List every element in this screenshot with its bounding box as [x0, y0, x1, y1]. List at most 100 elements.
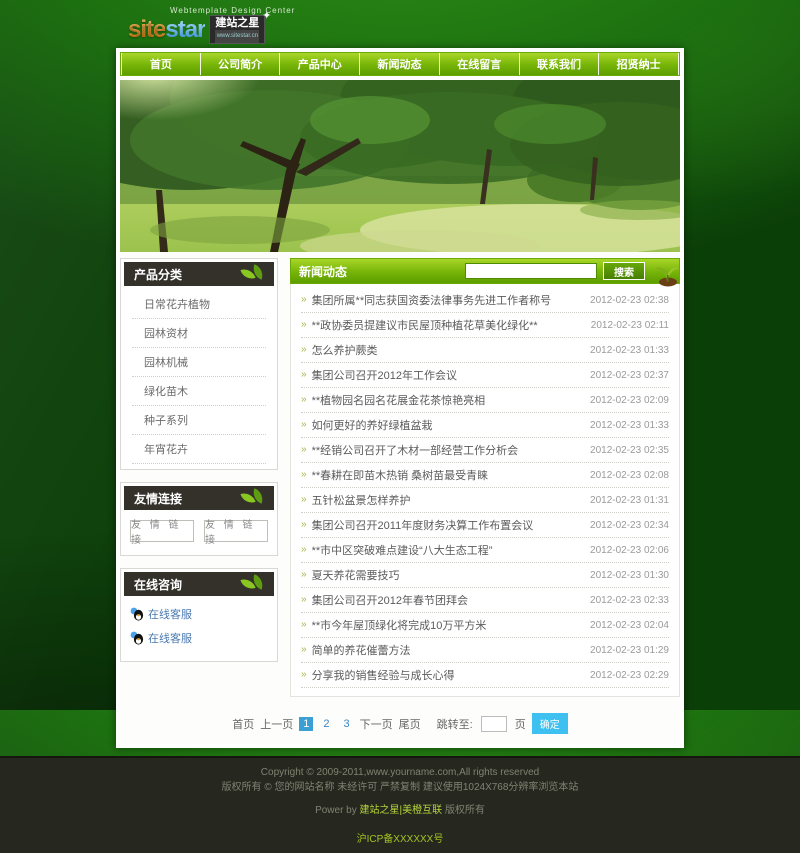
- site-logo[interactable]: Webtemplate Design Center site star 建站之星…: [128, 6, 295, 44]
- category-item[interactable]: 种子系列: [132, 406, 266, 435]
- power-suffix: 版权所有: [445, 805, 485, 816]
- bullet-arrow-icon: »: [301, 445, 307, 455]
- page-number-3[interactable]: 3: [340, 717, 354, 731]
- page-number-1[interactable]: 1: [299, 717, 313, 731]
- news-row[interactable]: »如何更好的养好绿植盆栽2012-02-23 01:33: [301, 413, 669, 438]
- news-date: 2012-02-23 02:29: [590, 670, 669, 681]
- news-date: 2012-02-23 02:09: [590, 395, 669, 406]
- news-date: 2012-02-23 02:04: [590, 620, 669, 631]
- news-row[interactable]: »**市中区突破难点建设“八大生态工程”2012-02-23 02:06: [301, 538, 669, 563]
- online-agent[interactable]: 在线客服: [128, 602, 270, 626]
- news-date: 2012-02-23 01:31: [590, 495, 669, 506]
- nav-item-home[interactable]: 首页: [121, 53, 201, 75]
- news-link[interactable]: 集团公司召开2011年度财务决算工作布置会议: [312, 517, 582, 533]
- logo-text-star: star: [165, 16, 205, 44]
- logo-badge: 建站之星 www.sitestar.cn ✦: [209, 15, 265, 44]
- bullet-arrow-icon: »: [301, 295, 307, 305]
- news-date: 2012-02-23 02:38: [590, 295, 669, 306]
- bullet-arrow-icon: »: [301, 620, 307, 630]
- news-row[interactable]: »分享我的销售经验与成长心得2012-02-23 02:29: [301, 663, 669, 688]
- logo-tagline: Webtemplate Design Center: [170, 6, 295, 15]
- news-link[interactable]: **政协委员提建议市民屋顶种植花草美化绿化**: [312, 317, 583, 333]
- page-next[interactable]: 下一页: [360, 716, 393, 732]
- category-item[interactable]: 园林机械: [132, 348, 266, 377]
- jump-page-input[interactable]: [481, 716, 507, 732]
- news-row[interactable]: »简单的养花催蕾方法2012-02-23 01:29: [301, 638, 669, 663]
- page-footer: Copyright © 2009-2011,www.yourname.com,A…: [0, 756, 800, 853]
- search-button[interactable]: 搜索: [603, 262, 645, 280]
- friend-links-title: 友情连接: [134, 490, 182, 507]
- leaves-icon: [242, 265, 268, 283]
- news-row[interactable]: »集团公司召开2012年春节团拜会2012-02-23 02:33: [301, 588, 669, 613]
- nav-item-message[interactable]: 在线留言: [440, 53, 520, 75]
- online-consult-header: 在线咨询: [124, 572, 274, 596]
- page-first[interactable]: 首页: [232, 716, 254, 732]
- news-section: 新闻动态 搜索 »集团所属**同志获国资委法律事务先进工作者称号2012-02-…: [290, 258, 680, 697]
- product-panel-title: 产品分类: [134, 266, 182, 283]
- news-row[interactable]: »五针松盆景怎样养护2012-02-23 01:31: [301, 488, 669, 513]
- nav-item-jobs[interactable]: 招贤纳士: [599, 53, 679, 75]
- news-date: 2012-02-23 02:33: [590, 595, 669, 606]
- category-item[interactable]: 绿化苗木: [132, 377, 266, 406]
- news-row[interactable]: »夏天养花需要技巧2012-02-23 01:30: [301, 563, 669, 588]
- main-nav: 首页 公司简介 产品中心 新闻动态 在线留言 联系我们 招贤纳士: [120, 52, 680, 76]
- news-row[interactable]: »**植物园名园名花展金花茶惊艳亮相2012-02-23 02:09: [301, 388, 669, 413]
- news-link[interactable]: 简单的养花催蕾方法: [312, 642, 582, 658]
- nav-item-about[interactable]: 公司简介: [201, 53, 281, 75]
- news-row[interactable]: » **市今年屋顶绿化将完成10万平方米 2012-02-23 02:04: [301, 613, 669, 638]
- friend-links-list: 友 情 链 接 友 情 链 接: [124, 510, 274, 552]
- logo-url-text: www.sitestar.cn: [215, 30, 259, 43]
- icp-number-link[interactable]: 沪ICP备XXXXXX号: [0, 830, 800, 845]
- news-row[interactable]: »怎么养护蕨类2012-02-23 01:33: [301, 338, 669, 363]
- nav-item-products[interactable]: 产品中心: [280, 53, 360, 75]
- news-link[interactable]: 五针松盆景怎样养护: [312, 492, 582, 508]
- agent-label: 在线客服: [148, 630, 192, 646]
- friend-link[interactable]: 友 情 链 接: [130, 520, 194, 542]
- news-row[interactable]: »集团公司召开2011年度财务决算工作布置会议2012-02-23 02:34: [301, 513, 669, 538]
- logo-text-site: site: [128, 16, 165, 44]
- content-area: 产品分类 日常花卉植物 园林资材 园林机械 绿化苗木 种子系列 年宵花卉 友情连…: [120, 252, 680, 701]
- news-link[interactable]: 分享我的销售经验与成长心得: [312, 667, 582, 683]
- product-category-list: 日常花卉植物 园林资材 园林机械 绿化苗木 种子系列 年宵花卉: [124, 286, 274, 466]
- news-link[interactable]: 夏天养花需要技巧: [312, 567, 582, 583]
- page-number-2[interactable]: 2: [319, 717, 333, 731]
- news-link[interactable]: 集团公司召开2012年工作会议: [312, 367, 582, 383]
- pagination: 首页 上一页 1 2 3 下一页 尾页 跳转至: 页 确定: [120, 701, 680, 744]
- news-link[interactable]: **市今年屋顶绿化将完成10万平方米: [312, 617, 582, 633]
- news-link[interactable]: 怎么养护蕨类: [312, 342, 582, 358]
- nav-item-news[interactable]: 新闻动态: [360, 53, 440, 75]
- news-row[interactable]: »集团公司召开2012年工作会议2012-02-23 02:37: [301, 363, 669, 388]
- friend-link[interactable]: 友 情 链 接: [204, 520, 268, 542]
- news-row[interactable]: »**春耕在即苗木热销 桑树苗最受青睐2012-02-23 02:08: [301, 463, 669, 488]
- product-panel-header: 产品分类: [124, 262, 274, 286]
- news-link[interactable]: **春耕在即苗木热销 桑树苗最受青睐: [312, 467, 582, 483]
- news-date: 2012-02-23 02:08: [590, 470, 669, 481]
- news-date: 2012-02-23 01:29: [590, 645, 669, 656]
- leaves-icon: [242, 575, 268, 593]
- news-row[interactable]: » 集团所属**同志获国资委法律事务先进工作者称号 2012-02-23 02:38: [301, 288, 669, 313]
- search-input[interactable]: [465, 263, 597, 279]
- news-link[interactable]: **市中区突破难点建设“八大生态工程”: [312, 542, 582, 558]
- news-link[interactable]: 集团公司召开2012年春节团拜会: [312, 592, 582, 608]
- bullet-arrow-icon: »: [301, 520, 307, 530]
- page-last[interactable]: 尾页: [399, 716, 421, 732]
- news-row[interactable]: »**政协委员提建议市民屋顶种植花草美化绿化**2012-02-23 02:11: [301, 313, 669, 338]
- category-item[interactable]: 园林资材: [132, 319, 266, 348]
- online-agent[interactable]: 在线客服: [128, 626, 270, 650]
- jump-label: 跳转至:: [437, 716, 473, 732]
- page-prev[interactable]: 上一页: [260, 716, 293, 732]
- news-date: 2012-02-23 02:37: [590, 370, 669, 381]
- news-list: » 集团所属**同志获国资委法律事务先进工作者称号 2012-02-23 02:38…: [290, 284, 680, 697]
- news-link[interactable]: **植物园名园名花展金花茶惊艳亮相: [312, 392, 582, 408]
- category-item[interactable]: 日常花卉植物: [132, 290, 266, 319]
- news-row[interactable]: »**经销公司召开了木材一部经营工作分析会2012-02-23 02:35: [301, 438, 669, 463]
- jump-confirm-button[interactable]: 确定: [532, 713, 568, 734]
- sitestar-link[interactable]: 建站之星|美橙互联: [360, 805, 443, 816]
- news-link[interactable]: **经销公司召开了木材一部经营工作分析会: [312, 442, 582, 458]
- news-link[interactable]: 集团所属**同志获国资委法律事务先进工作者称号: [312, 292, 582, 308]
- nav-item-contact[interactable]: 联系我们: [520, 53, 600, 75]
- bullet-arrow-icon: »: [301, 420, 307, 430]
- category-item[interactable]: 年宵花卉: [132, 435, 266, 464]
- news-link[interactable]: 如何更好的养好绿植盆栽: [312, 417, 582, 433]
- leaves-icon: [242, 489, 268, 507]
